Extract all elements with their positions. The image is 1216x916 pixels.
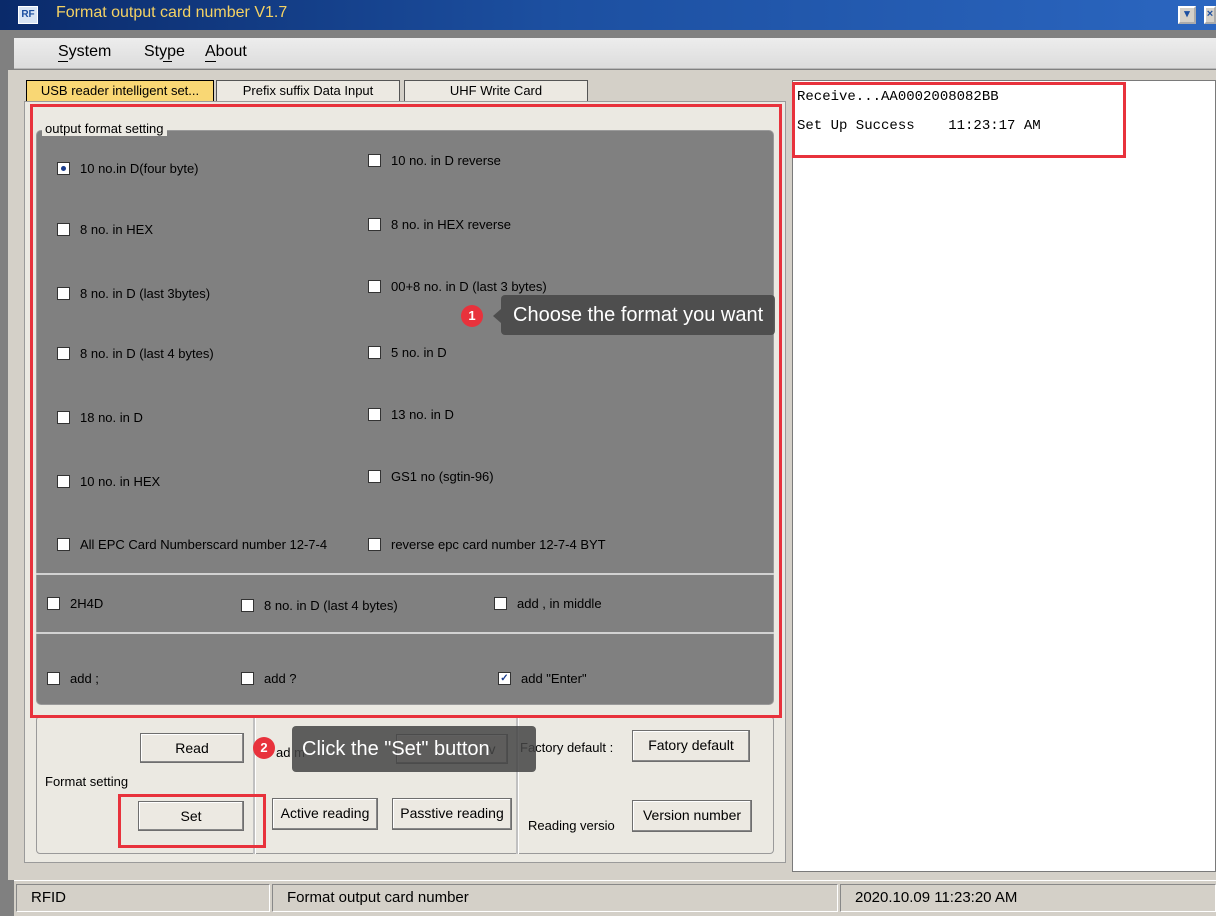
mnemonic-underline xyxy=(205,61,216,62)
close-button[interactable]: × xyxy=(1204,6,1216,24)
status-datetime: 2020.10.09 11:23:20 AM xyxy=(840,884,1216,912)
tooltip-pointer-icon xyxy=(493,309,501,323)
status-left: RFID xyxy=(16,884,270,912)
window-title: Format output card number V1.7 xyxy=(56,4,288,21)
app-icon[interactable]: RF xyxy=(18,6,38,24)
output-log[interactable] xyxy=(792,80,1216,872)
mnemonic-underline xyxy=(58,61,68,62)
format-setting-label: Format setting xyxy=(45,774,129,789)
step-2-tooltip: Click the "Set" button xyxy=(292,726,536,772)
menu-stype[interactable]: Stype xyxy=(144,43,185,61)
active-reading-button[interactable]: Active reading xyxy=(272,798,378,830)
tab-uhf-write-card[interactable]: UHF Write Card xyxy=(404,80,588,102)
step-1-tooltip: Choose the format you want xyxy=(501,295,776,335)
reading-version-label: Reading versio xyxy=(528,818,615,833)
factory-default-button[interactable]: Fatory default xyxy=(632,730,750,762)
mnemonic-underline xyxy=(163,61,172,62)
tab-prefix-suffix[interactable]: Prefix suffix Data Input xyxy=(216,80,400,102)
menu-bar xyxy=(14,38,1216,69)
highlight-set-button xyxy=(118,794,266,848)
menu-about[interactable]: About xyxy=(205,43,247,61)
version-number-button[interactable]: Version number xyxy=(632,800,752,832)
step-2-badge: 2 xyxy=(253,737,275,759)
passive-reading-button[interactable]: Passtive reading xyxy=(392,798,512,830)
menu-system[interactable]: System xyxy=(58,43,111,61)
tab-usb-reader[interactable]: USB reader intelligent set... xyxy=(26,80,214,102)
highlight-log xyxy=(792,82,1126,158)
status-center: Format output card number xyxy=(272,884,838,912)
step-1-badge: 1 xyxy=(461,305,483,327)
read-button[interactable]: Read xyxy=(140,733,244,763)
minimize-button[interactable]: ▾ xyxy=(1178,6,1196,24)
highlight-format-options xyxy=(30,104,782,718)
